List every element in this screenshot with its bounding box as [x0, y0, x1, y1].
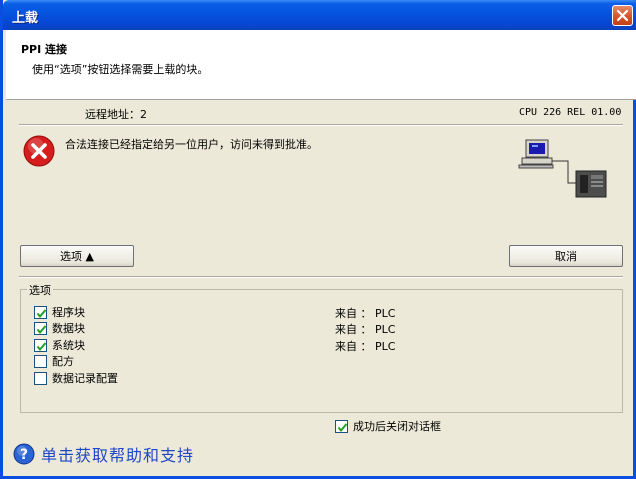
- window-title: 上载: [12, 11, 39, 26]
- checkmark-icon: [36, 308, 47, 318]
- option-system-block[interactable]: 系统块: [34, 338, 85, 352]
- checkbox[interactable]: [34, 371, 47, 385]
- upload-dialog: 上载 PPI 连接 使用“选项”按钮选择需要上载的块。 远程地址：2 CPU 2…: [0, 0, 636, 479]
- option-label: 程序块: [52, 306, 85, 319]
- checkmark-icon: [36, 324, 47, 334]
- close-after-success-option[interactable]: 成功后关闭对话框: [335, 419, 441, 433]
- close-after-success-label: 成功后关闭对话框: [353, 420, 441, 433]
- close-icon: [616, 9, 629, 22]
- option-source: 来自 ： PLC: [335, 307, 396, 320]
- option-program-block[interactable]: 程序块: [34, 305, 85, 319]
- options-group-legend: 选项: [27, 282, 53, 298]
- help-link[interactable]: ? 单击获取帮助和支持: [13, 442, 194, 466]
- pc-plc-connection-icon: [518, 139, 607, 198]
- option-source: 来自 ： PLC: [335, 340, 396, 353]
- checkmark-icon: [36, 341, 47, 351]
- option-label: 数据记录配置: [52, 372, 118, 385]
- dialog-header: PPI 连接 使用“选项”按钮选择需要上载的块。: [6, 30, 636, 100]
- checkbox[interactable]: [34, 321, 47, 335]
- options-groupbox: [20, 289, 623, 413]
- error-icon: [23, 135, 55, 167]
- checkbox[interactable]: [34, 305, 47, 319]
- cpu-info: CPU 226 REL 01.00: [519, 107, 622, 118]
- help-label: 单击获取帮助和支持: [41, 446, 195, 465]
- checkmark-icon: [337, 422, 348, 432]
- help-icon: ?: [13, 443, 35, 465]
- svg-text:?: ?: [20, 447, 28, 463]
- remote-address: 远程地址：2: [85, 108, 147, 121]
- close-button[interactable]: [612, 5, 633, 26]
- option-label: 配方: [52, 355, 74, 368]
- options-button[interactable]: 选项 ▲: [20, 245, 134, 267]
- option-source: 来自 ： PLC: [335, 323, 396, 336]
- option-data-log-config[interactable]: 数据记录配置: [34, 371, 118, 385]
- checkbox[interactable]: [34, 338, 47, 352]
- option-label: 数据块: [52, 322, 85, 335]
- header-title: PPI 连接: [21, 43, 68, 56]
- checkbox[interactable]: [34, 354, 47, 368]
- option-recipe[interactable]: 配方: [34, 354, 74, 368]
- error-message: 合法连接已经指定给另一位用户，访问未得到批准。: [65, 138, 318, 151]
- divider: [19, 124, 623, 126]
- title-bar[interactable]: 上载: [3, 0, 636, 30]
- option-data-block[interactable]: 数据块: [34, 321, 85, 335]
- checkbox[interactable]: [335, 419, 348, 433]
- option-label: 系统块: [52, 339, 85, 352]
- header-subtitle: 使用“选项”按钮选择需要上载的块。: [32, 63, 209, 76]
- cancel-button[interactable]: 取消: [509, 245, 623, 267]
- divider: [19, 276, 623, 278]
